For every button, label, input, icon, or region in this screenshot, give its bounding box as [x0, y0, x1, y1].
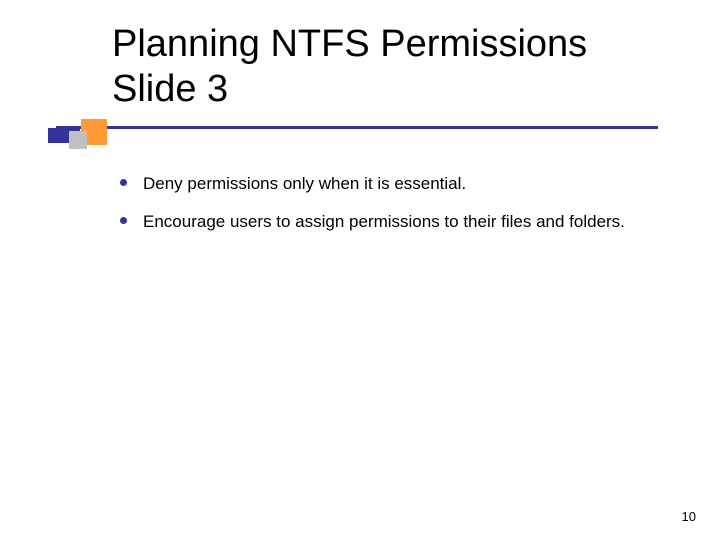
bullet-icon — [120, 217, 127, 224]
list-item: Encourage users to assign permissions to… — [120, 210, 660, 234]
slide-title-line1: Planning NTFS Permissions — [112, 22, 672, 67]
body-content: Deny permissions only when it is essenti… — [120, 172, 660, 248]
slide-title-block: Planning NTFS Permissions Slide 3 — [112, 22, 672, 112]
bullet-text: Deny permissions only when it is essenti… — [143, 172, 466, 196]
page-number: 10 — [682, 509, 696, 524]
title-underline-long — [56, 126, 658, 129]
slide-title-line2: Slide 3 — [112, 67, 672, 112]
slide: Planning NTFS Permissions Slide 3 Deny p… — [0, 0, 720, 540]
list-item: Deny permissions only when it is essenti… — [120, 172, 660, 196]
bullet-icon — [120, 179, 127, 186]
bullet-text: Encourage users to assign permissions to… — [143, 210, 625, 234]
accent-square-gray — [69, 131, 87, 149]
